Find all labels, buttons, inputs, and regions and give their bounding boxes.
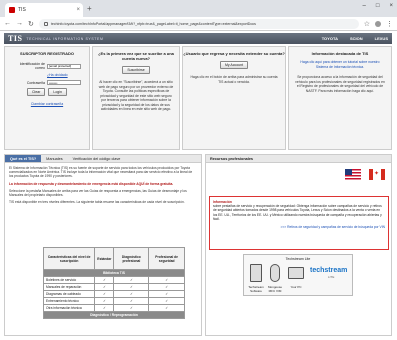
account-title: ¿Usuario que regresa y necesita extender… bbox=[183, 51, 285, 56]
info-panel: Qué es el TIS? Manuales Verificación del… bbox=[4, 154, 202, 336]
profile-icon[interactable] bbox=[375, 20, 381, 27]
user-label: Identificación de correo bbox=[19, 62, 45, 70]
table-row: Manuales de reparación ✓ ✓ ✓ bbox=[42, 283, 185, 291]
clear-button[interactable]: Clear bbox=[27, 88, 46, 96]
favicon-icon bbox=[9, 7, 15, 13]
table-row: Boletines de servicio ✓ ✓ ✓ bbox=[42, 276, 185, 284]
subscribe-button[interactable]: Suscribirse bbox=[122, 66, 150, 74]
table-row: Entrenamiento técnico ✓ ✓ ✓ bbox=[42, 297, 185, 305]
intro-text: El Sistema de Información Técnica (TIS) … bbox=[9, 166, 193, 179]
address-bar: ← → ↻ techinfo.toyota.com/techInfoPortal… bbox=[0, 17, 397, 31]
table-header: Diagnóstico profesional bbox=[113, 247, 150, 270]
info-text: sobre pestañas de servicio y recuperació… bbox=[213, 204, 382, 221]
new-tab-button[interactable]: + bbox=[87, 4, 92, 13]
us-flag-icon[interactable] bbox=[345, 169, 361, 180]
tab-key-code[interactable]: Verificación del código clave bbox=[68, 155, 126, 162]
tis-subtitle: TECHNICAL INFORMATION SYSTEM bbox=[26, 36, 104, 41]
forgot-user-link[interactable]: ¿Ha olvidado bbox=[47, 73, 68, 77]
browser-tab-bar: TIS × + – □ × bbox=[0, 0, 397, 17]
resources-title: Recursos profesionales bbox=[206, 155, 391, 163]
featured-title: Información destacada de TIS bbox=[311, 51, 369, 56]
laptop-icon bbox=[288, 267, 304, 279]
minimize-button[interactable]: – bbox=[363, 3, 366, 9]
reload-icon[interactable]: ↻ bbox=[28, 20, 34, 28]
vin-search-link[interactable]: >>> Retiros de seguridad y campañas de s… bbox=[213, 225, 385, 229]
info-tabs: Qué es el TIS? Manuales Verificación del… bbox=[5, 155, 201, 163]
table-header: Estándar bbox=[94, 247, 115, 270]
toyota-logo: TOYOTA bbox=[321, 36, 338, 41]
bookmark-star-icon[interactable]: ☆ bbox=[364, 20, 370, 28]
subscription-table: Características del nivel de suscripción… bbox=[42, 247, 185, 319]
back-icon[interactable]: ← bbox=[4, 20, 11, 27]
lock-icon bbox=[43, 21, 48, 26]
maximize-button[interactable]: □ bbox=[376, 3, 380, 9]
tab-title: TIS bbox=[18, 7, 26, 13]
change-password-link[interactable]: Ciambiar contraseña bbox=[31, 102, 63, 106]
cable-icon bbox=[270, 264, 280, 282]
close-tab-icon[interactable]: × bbox=[76, 7, 80, 13]
subscribe-title: ¿Es la primera vez que se sucribe a una … bbox=[98, 51, 174, 61]
table-header: Profesional de seguridad bbox=[148, 247, 185, 270]
browser-tab[interactable]: TIS × bbox=[5, 3, 83, 17]
techstream-lite-label: LITE bbox=[328, 275, 335, 279]
techstream-logo: techstream bbox=[310, 267, 348, 274]
tab-manuals[interactable]: Manuales bbox=[41, 155, 67, 162]
tis-header: TIS TECHNICAL INFORMATION SYSTEM TOYOTA … bbox=[4, 33, 392, 44]
recall-info-box: Información sobre pestañas de servicio y… bbox=[209, 196, 389, 250]
login-box: SUSCRIPTOR REGISTRADO Identificación de … bbox=[4, 46, 90, 150]
table-row: Diagramas de cableado ✓ ✓ ✓ bbox=[42, 290, 185, 298]
account-box: ¿Usuario que regresa y necesita extender… bbox=[182, 46, 286, 150]
software-icon bbox=[250, 264, 262, 282]
table-header: Características del nivel de suscripción bbox=[42, 247, 96, 270]
table-section: Biblioteca TIS bbox=[43, 269, 185, 277]
promo-item: Your PC bbox=[290, 285, 302, 289]
table-section: Diagnóstico / Reprogramación bbox=[43, 311, 185, 319]
password-field[interactable] bbox=[47, 80, 81, 85]
login-button[interactable]: Login bbox=[48, 88, 67, 96]
featured-box: Información destacada de TIS Haga clic a… bbox=[288, 46, 392, 150]
tab-what-is-tis[interactable]: Qué es el TIS? bbox=[5, 155, 42, 162]
access-text: TIS está disponible en tres niveles dife… bbox=[9, 200, 185, 205]
tutorial-link[interactable]: Haga clic aquí para obtener un tutorial … bbox=[289, 60, 391, 69]
forward-icon[interactable]: → bbox=[16, 20, 23, 27]
password-label: Contraseña bbox=[26, 80, 45, 85]
techstream-promo[interactable]: Techstream Lite Techstream Software Mong… bbox=[243, 254, 353, 296]
account-text: Haga clic en el botón de arriba para adm… bbox=[190, 75, 278, 84]
url-field[interactable]: techinfo.toyota.com/techInfoPortal/appma… bbox=[38, 18, 359, 29]
url-text: techinfo.toyota.com/techInfoPortal/appma… bbox=[50, 21, 256, 26]
manuals-text: Seleccione la pestaña Manuales de arriba… bbox=[9, 188, 187, 198]
email-field[interactable] bbox=[47, 63, 81, 69]
tis-logo: TIS bbox=[8, 34, 23, 43]
brand-logos: TOYOTA SCION LEXUS bbox=[322, 36, 388, 41]
my-account-button[interactable]: My Account bbox=[219, 61, 249, 69]
close-window-button[interactable]: × bbox=[389, 3, 393, 9]
window-controls: – □ × bbox=[363, 3, 393, 9]
promo-title: Techstream Lite bbox=[285, 257, 311, 261]
emergency-notice[interactable]: La información de respuesta y desmantela… bbox=[5, 182, 201, 186]
featured-text: Se proporciona acceso a la información d… bbox=[295, 75, 385, 93]
canada-flag-icon[interactable] bbox=[369, 169, 385, 180]
language-flags bbox=[345, 169, 385, 180]
resources-panel: Recursos profesionales Información sobre… bbox=[205, 154, 392, 336]
lexus-logo: LEXUS bbox=[374, 36, 388, 41]
promo-item: Techstream Software bbox=[248, 285, 264, 293]
subscribe-text: Al hacer clic en "Suscribirse", accederá… bbox=[98, 80, 174, 111]
scion-logo: SCION bbox=[349, 36, 363, 41]
table-row: Otra información técnica ✓ ✓ ✓ bbox=[42, 304, 185, 312]
subscribe-box: ¿Es la primera vez que se sucribe a una … bbox=[92, 46, 180, 150]
menu-icon[interactable]: ⋮ bbox=[386, 20, 393, 28]
promo-item: Mongoose MFC VIM bbox=[267, 285, 282, 293]
